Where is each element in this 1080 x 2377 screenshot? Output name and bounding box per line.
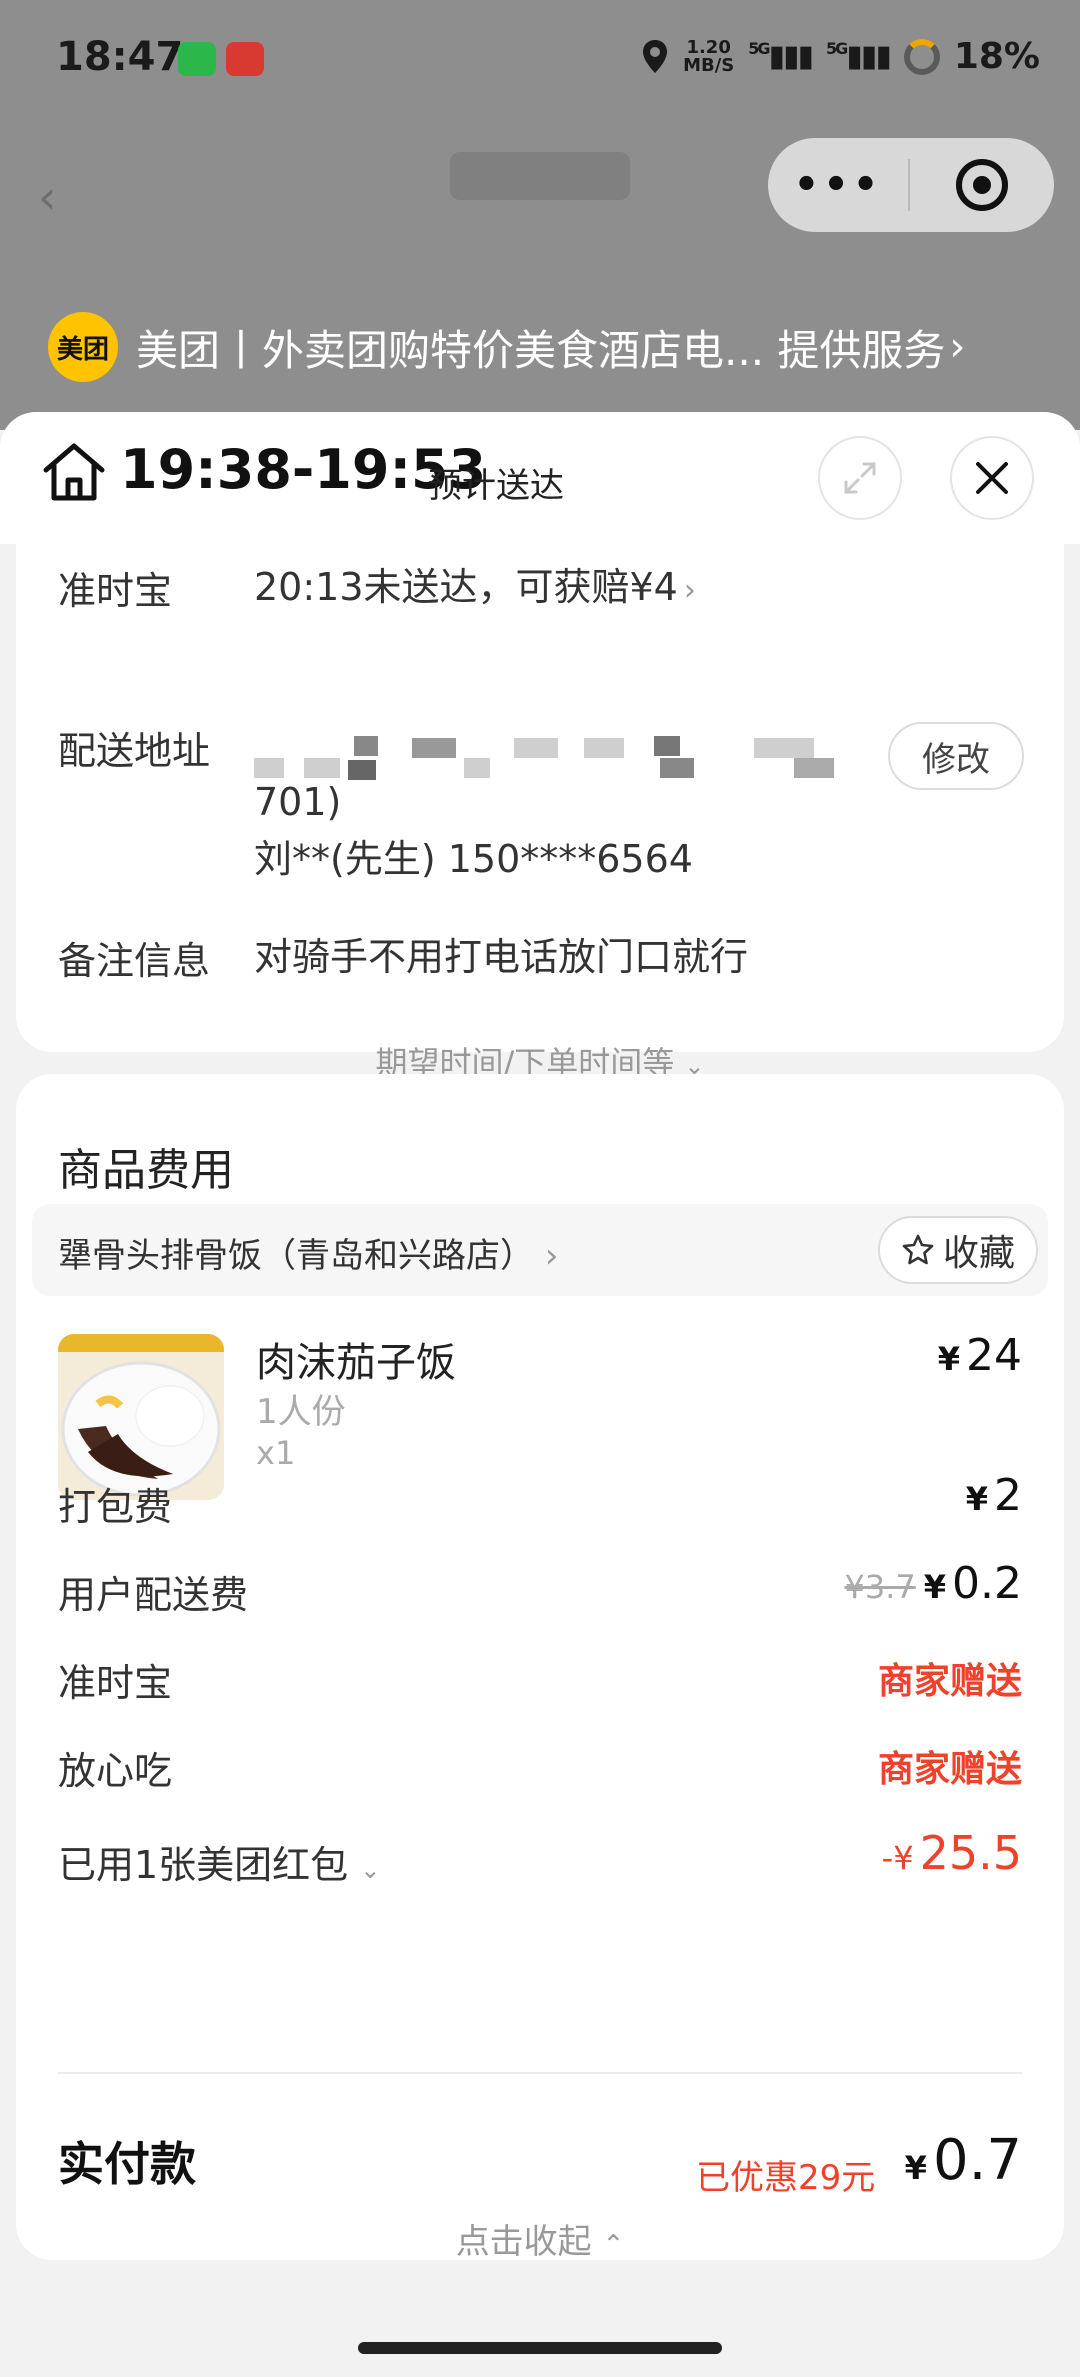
packing-price: ¥2 xyxy=(966,1470,1022,1521)
network-speed-value: 1.20 xyxy=(686,36,731,58)
provider-text: 美团丨外卖团购特价美食酒店电... 提供服务 xyxy=(136,325,946,375)
safe-label: 放心吃 xyxy=(58,1749,173,1793)
paid-amount: ¥0.7 xyxy=(905,2128,1022,2193)
fees-card: 商品费用 犟骨头排骨饭（青岛和兴路店） › 收藏 肉沫茄子饭 1人份 x1 ¥ … xyxy=(16,1074,1064,2263)
address-masked xyxy=(254,734,864,780)
wechat-notification-icon xyxy=(178,42,216,76)
target-icon xyxy=(956,159,1008,211)
food-price-amount: 24 xyxy=(966,1330,1022,1381)
close-icon xyxy=(976,462,1008,494)
food-qty: x1 xyxy=(256,1434,296,1472)
currency-symbol: ¥ xyxy=(923,1568,947,1606)
signal-1-icon: 5G▮▮▮ xyxy=(748,39,814,74)
home-indicator[interactable] xyxy=(358,2342,722,2354)
delivery-fee-original: ¥3.7 xyxy=(844,1568,916,1606)
ontime-value: 20:13未送达，可获赔¥4 xyxy=(254,565,678,609)
chevron-down-icon: ⌄ xyxy=(360,1856,381,1884)
order-detail-sheet: 19:38-19:53 预计送达 准时宝 20:13未送达，可获赔¥4 › 配送地… xyxy=(0,412,1080,2377)
bank-notification-icon xyxy=(226,42,264,76)
paid-label: 实付款 xyxy=(58,2137,196,2191)
currency-symbol: ¥ xyxy=(965,1480,988,1518)
divider xyxy=(58,2072,1022,2074)
packing-price-amount: 2 xyxy=(994,1470,1022,1521)
more-button[interactable]: ••• xyxy=(768,162,908,208)
fee-ontime-label: 准时宝 xyxy=(58,1661,173,1705)
close-button[interactable] xyxy=(950,436,1034,520)
battery-level: 18% xyxy=(953,36,1040,77)
star-icon xyxy=(902,1234,934,1265)
home-icon xyxy=(43,443,105,501)
status-right: 1.20 MB/S 5G▮▮▮ 5G▮▮▮ 18% xyxy=(641,36,1040,77)
sheet-header: 19:38-19:53 预计送达 xyxy=(0,412,1080,544)
packing-label: 打包费 xyxy=(58,1485,173,1529)
currency-symbol: ¥ xyxy=(937,1340,960,1378)
shop-link[interactable]: 犟骨头排骨饭（青岛和兴路店） › xyxy=(58,1228,558,1277)
coupon-sign: -¥ xyxy=(881,1839,914,1877)
remark-label: 备注信息 xyxy=(58,939,211,983)
expand-icon xyxy=(844,462,876,494)
network-speed-unit: MB/S xyxy=(683,54,735,76)
back-icon: ‹ xyxy=(38,170,57,224)
delivery-fee-label: 用户配送费 xyxy=(58,1573,249,1617)
collapse-link[interactable]: 点击收起 ⌃ xyxy=(16,2214,1064,2263)
signal-2-label: 5G xyxy=(826,39,848,58)
chevron-right-icon: › xyxy=(949,324,966,370)
shop-name: 犟骨头排骨饭（青岛和兴路店） xyxy=(58,1236,534,1276)
exit-miniapp-button[interactable] xyxy=(910,159,1054,211)
safe-value: 商家赠送 xyxy=(877,1749,1022,1790)
shop-bar: 犟骨头排骨饭（青岛和兴路店） › 收藏 xyxy=(32,1204,1048,1296)
battery-icon xyxy=(903,38,940,75)
collapse-label: 点击收起 xyxy=(455,2222,592,2262)
currency-symbol: ¥ xyxy=(904,2149,927,2187)
food-price: ¥24 xyxy=(938,1330,1022,1381)
address-line2: 701) xyxy=(254,780,342,824)
saved-text: 已优惠29元 xyxy=(696,2158,876,2198)
food-spec: 1人份 xyxy=(256,1392,346,1432)
food-name: 肉沫茄子饭 xyxy=(256,1340,456,1386)
favorite-button[interactable]: 收藏 xyxy=(878,1216,1038,1284)
remark-value: 对骑手不用打电话放门口就行 xyxy=(254,935,749,979)
favorite-label: 收藏 xyxy=(942,1233,1015,1274)
status-bar: 18:47 1.20 MB/S 5G▮▮▮ 5G▮▮▮ 18% xyxy=(0,0,1080,120)
coupon-amount-value: 25.5 xyxy=(919,1826,1022,1880)
meituan-logo: 美团 xyxy=(48,312,118,382)
service-provider-link[interactable]: 美团 美团丨外卖团购特价美食酒店电... 提供服务 › xyxy=(48,312,965,382)
location-icon xyxy=(643,39,668,73)
modify-address-button[interactable]: 修改 xyxy=(888,722,1024,790)
coupon-row[interactable]: 已用1张美团红包 ⌄ xyxy=(58,1834,380,1889)
chevron-up-icon: ⌃ xyxy=(602,2230,625,2260)
coupon-amount: -¥ 25.5 xyxy=(882,1826,1022,1880)
ontime-label: 准时宝 xyxy=(58,569,173,613)
status-time: 18:47 xyxy=(56,34,184,80)
chevron-right-icon: › xyxy=(544,1236,559,1276)
address-contact: 刘**(先生) 150****6564 xyxy=(254,837,693,881)
signal-1-label: 5G xyxy=(748,39,770,58)
network-speed: 1.20 MB/S xyxy=(683,36,735,76)
address-label: 配送地址 xyxy=(58,729,211,773)
expand-button[interactable] xyxy=(818,436,902,520)
delivery-fee-amount: 0.2 xyxy=(952,1558,1022,1609)
eta-label: 预计送达 xyxy=(428,466,564,506)
coupon-label: 已用1张美团红包 xyxy=(58,1843,349,1887)
signal-2-icon: 5G▮▮▮ xyxy=(826,39,892,74)
delivery-fee-price: ¥3.7 ¥0.2 xyxy=(845,1558,1023,1609)
fees-title: 商品费用 xyxy=(58,1145,234,1196)
background-page: 18:47 1.20 MB/S 5G▮▮▮ 5G▮▮▮ 18% ‹ ••• 美团 xyxy=(0,0,1080,430)
paid-amount-value: 0.7 xyxy=(932,2128,1022,2193)
delivery-info-card: 准时宝 20:13未送达，可获赔¥4 › 配送地址 701) 刘**(先生) 15… xyxy=(16,494,1064,1082)
fee-ontime-value: 商家赠送 xyxy=(877,1661,1022,1702)
blurred-page-title xyxy=(450,152,630,200)
ontime-guarantee-link[interactable]: 20:13未送达，可获赔¥4 › xyxy=(254,556,696,611)
chevron-right-icon: › xyxy=(683,573,696,608)
miniapp-capsule: ••• xyxy=(768,138,1054,232)
